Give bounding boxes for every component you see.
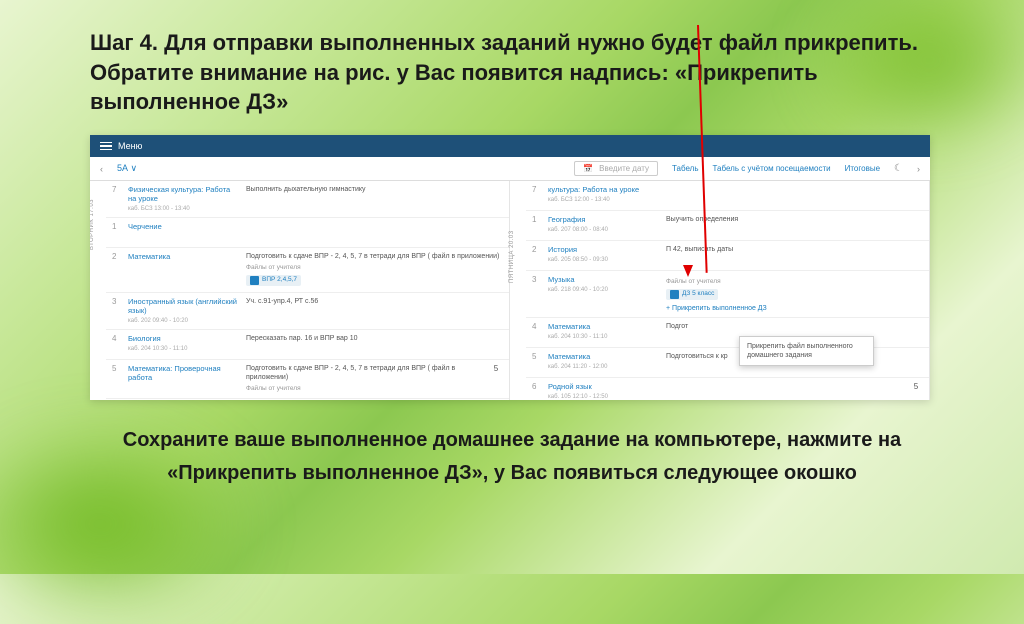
lesson-row: 7 культура: Работа на уроке каб. БСЗ 12:… xyxy=(526,181,929,211)
lesson-num: 1 xyxy=(112,222,120,243)
lesson-num: 4 xyxy=(532,322,540,343)
prev-button[interactable]: ‹ xyxy=(100,164,103,174)
attach-tooltip: Прикрепить файл выполненного домашнего з… xyxy=(739,336,874,366)
lesson-name[interactable]: Черчение xyxy=(128,222,238,243)
lesson-row: 5 Математика: Проверочная работа Подгото… xyxy=(106,360,509,399)
lesson-name[interactable]: культура: Работа на уроке каб. БСЗ 12:00… xyxy=(548,185,658,206)
lesson-num: 3 xyxy=(112,297,120,325)
lesson-hw: Подготовить к сдаче ВПР - 2, 4, 5, 7 в т… xyxy=(246,364,481,394)
lesson-num: 7 xyxy=(112,185,120,213)
lesson-num: 2 xyxy=(112,252,120,288)
tab-tabel[interactable]: Табель xyxy=(672,164,699,173)
lesson-num: 3 xyxy=(532,275,540,313)
lesson-name[interactable]: География каб. 207 08:00 - 08:40 xyxy=(548,215,658,236)
lesson-name[interactable]: Математика: Проверочная работа xyxy=(128,364,238,394)
lesson-num: 2 xyxy=(532,245,540,266)
file-chip[interactable]: ВПР 2,4,5,7 xyxy=(246,275,301,286)
lesson-name[interactable]: Родной язык каб. 105 12:10 - 12:50 xyxy=(548,382,658,400)
moon-icon[interactable]: ☾ xyxy=(894,163,903,174)
lesson-num: 5 xyxy=(112,364,120,394)
hamburger-icon[interactable] xyxy=(100,142,112,151)
file-icon xyxy=(670,290,679,299)
file-chip[interactable]: ДЗ 5 класс xyxy=(666,289,718,300)
menu-label[interactable]: Меню xyxy=(118,141,142,151)
next-button[interactable]: › xyxy=(917,164,920,174)
schedule-left: ВТОРНИК 17.03 7 Физическая культура: Раб… xyxy=(90,181,510,400)
lesson-name[interactable]: История каб. 205 08:50 - 09:30 xyxy=(548,245,658,266)
lesson-num: 4 xyxy=(112,334,120,355)
calendar-icon: 📅 xyxy=(583,164,593,173)
lesson-name[interactable]: Математика xyxy=(128,252,238,288)
lesson-name[interactable]: Физическая культура: Работа на уроке каб… xyxy=(128,185,238,213)
app-screenshot: Меню ‹ 5А ∨ 📅 Введите дату Табель Табель… xyxy=(90,135,930,400)
schedule-right: ПЯТНИЦА 20.03 7 культура: Работа на урок… xyxy=(510,181,930,400)
lesson-name[interactable]: Математика каб. 204 10:30 - 11:10 xyxy=(548,322,658,343)
lesson-name[interactable]: Биология каб. 204 10:30 - 11:10 xyxy=(128,334,238,355)
tab-final[interactable]: Итоговые xyxy=(845,164,880,173)
day-label: ПЯТНИЦА 20.03 xyxy=(509,230,515,283)
grade: 5 xyxy=(909,382,923,400)
step-title: Шаг 4. Для отправки выполненных заданий … xyxy=(90,28,934,117)
lesson-num: 6 xyxy=(532,382,540,400)
tab-attendance[interactable]: Табель с учётом посещаемости xyxy=(713,164,831,173)
lesson-num: 1 xyxy=(532,215,540,236)
lesson-row: 1 Черчение xyxy=(106,218,509,248)
lesson-row: 1 География каб. 207 08:00 - 08:40 Выучи… xyxy=(526,211,929,241)
lesson-row: 3 Музыка каб. 218 09:40 - 10:20 Файлы от… xyxy=(526,271,929,318)
date-input[interactable]: 📅 Введите дату xyxy=(574,161,658,176)
lesson-row: 7 Физическая культура: Работа на уроке к… xyxy=(106,181,509,218)
lesson-num: 7 xyxy=(532,185,540,206)
class-selector[interactable]: 5А ∨ xyxy=(117,163,137,174)
lesson-row: 4 Биология каб. 204 10:30 - 11:10 Переск… xyxy=(106,330,509,360)
menu-bar: Меню xyxy=(90,135,930,157)
lesson-hw: Подготовить к сдаче ВПР - 2, 4, 5, 7 в т… xyxy=(246,252,503,288)
lesson-row: 2 История каб. 205 08:50 - 09:30 П 42, в… xyxy=(526,241,929,271)
lesson-hw: Файлы от учителя ДЗ 5 класс + Прикрепить… xyxy=(666,275,923,313)
day-label: ВТОРНИК 17.03 xyxy=(90,199,95,250)
lesson-name[interactable]: Музыка каб. 218 09:40 - 10:20 xyxy=(548,275,658,313)
grade: 5 xyxy=(489,364,503,394)
lesson-hw: Пересказать пар. 16 и ВПР вар 10 xyxy=(246,334,503,355)
lesson-hw: Выполнить дыхательную гимнастику xyxy=(246,185,503,213)
lesson-row: 3 Иностранный язык (английский язык) каб… xyxy=(106,293,509,330)
file-icon xyxy=(250,276,259,285)
date-placeholder: Введите дату xyxy=(599,164,649,173)
lesson-name[interactable]: Математика каб. 204 11:20 - 12:00 xyxy=(548,352,658,373)
lesson-hw: Уч. с.91-упр.4, РТ с.56 xyxy=(246,297,503,325)
red-arrow-annotation xyxy=(697,25,699,275)
lesson-row: 2 Математика Подготовить к сдаче ВПР - 2… xyxy=(106,248,509,293)
attach-homework-button[interactable]: + Прикрепить выполненное ДЗ xyxy=(666,304,923,313)
lesson-name[interactable]: Иностранный язык (английский язык) каб. … xyxy=(128,297,238,325)
lesson-row: 6 Родной язык каб. 105 12:10 - 12:50 5 xyxy=(526,378,929,400)
instruction-text: Сохраните ваше выполненное домашнее зада… xyxy=(90,424,934,490)
lesson-num: 5 xyxy=(532,352,540,373)
toolbar: ‹ 5А ∨ 📅 Введите дату Табель Табель с уч… xyxy=(90,157,930,181)
